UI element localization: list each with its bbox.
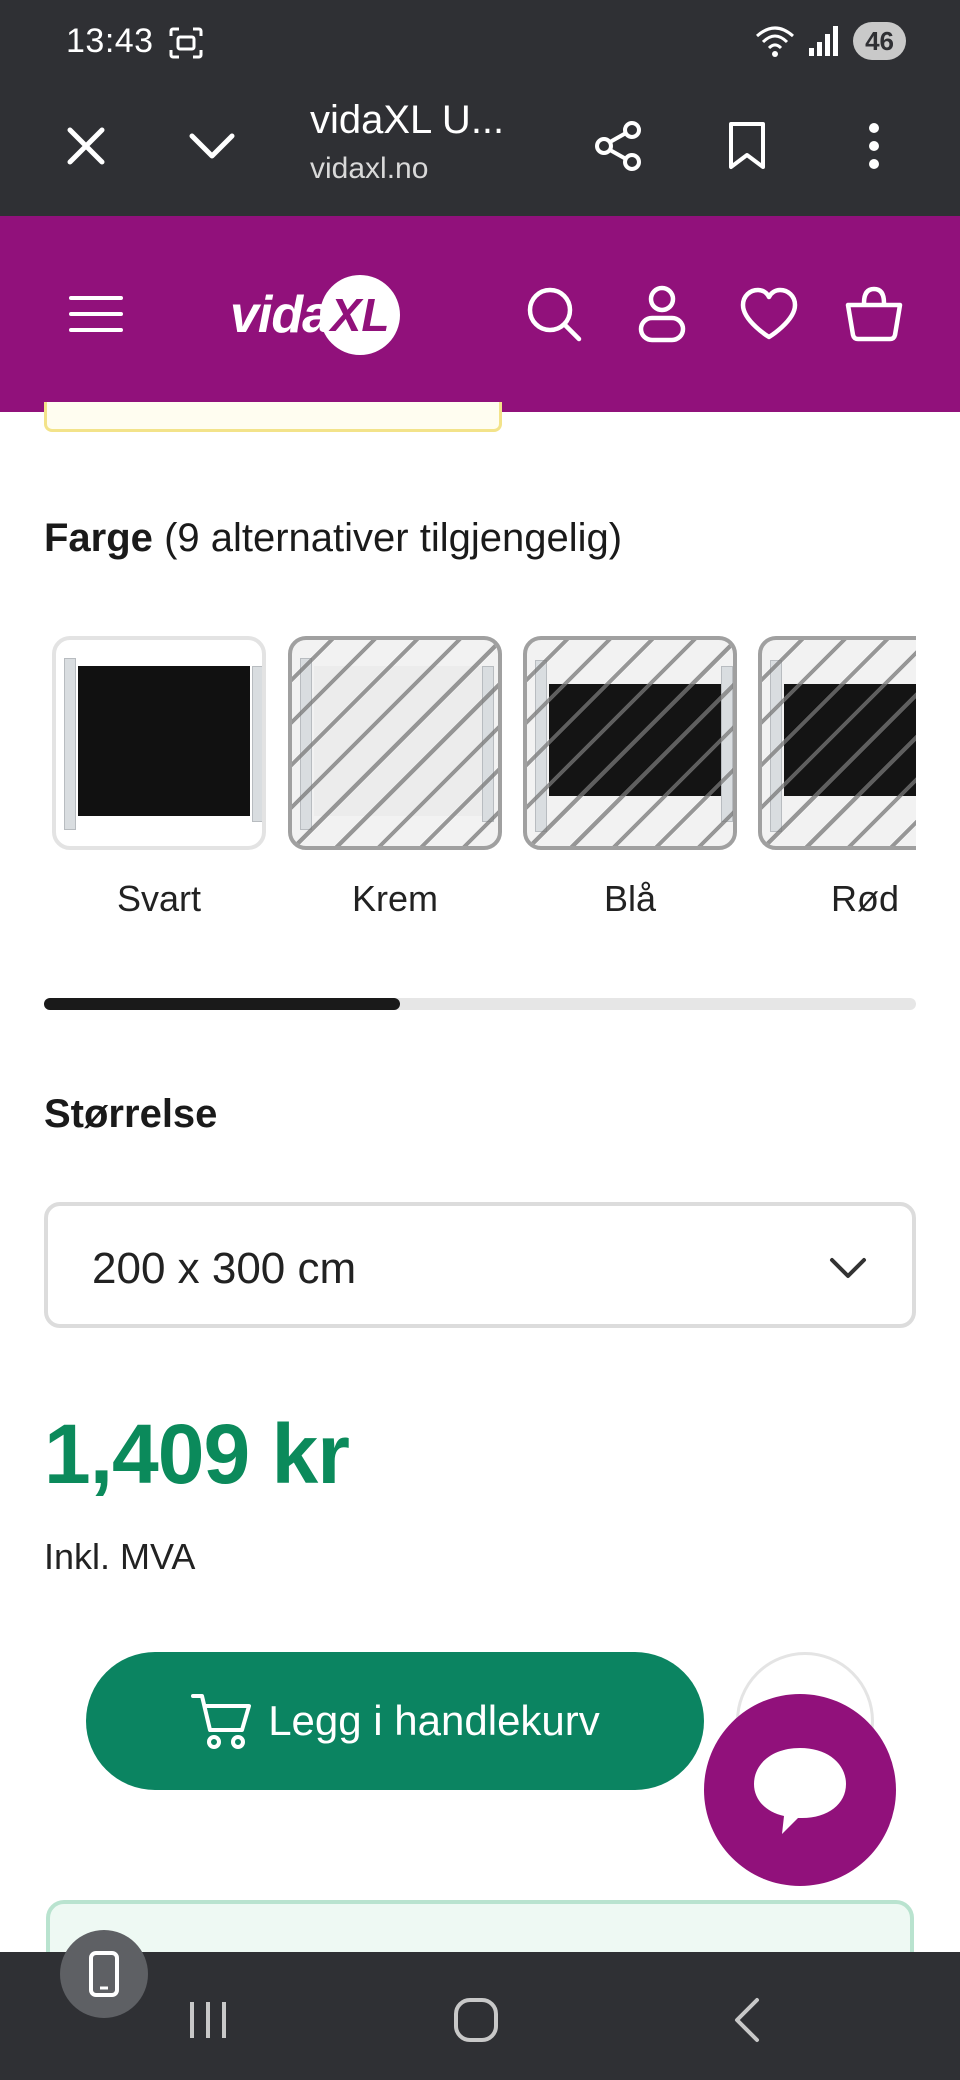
basket-icon[interactable] xyxy=(838,278,910,350)
share-icon[interactable] xyxy=(582,110,654,182)
chat-button[interactable] xyxy=(704,1694,896,1886)
bookmark-icon[interactable] xyxy=(711,110,783,182)
color-swatch-bla[interactable]: Blå xyxy=(523,636,737,920)
back-icon[interactable] xyxy=(714,1988,778,2052)
status-indicators: 46 xyxy=(755,22,906,60)
chevron-down-icon[interactable] xyxy=(176,110,248,182)
swatch-scrollbar[interactable] xyxy=(44,998,916,1010)
heart-icon[interactable] xyxy=(733,278,805,350)
user-icon[interactable] xyxy=(626,278,698,350)
browser-page-title[interactable]: vidaXL U... xyxy=(310,98,504,143)
swatch-label: Rød xyxy=(830,878,899,919)
chevron-down-icon xyxy=(830,1258,866,1278)
home-icon[interactable] xyxy=(444,1988,508,2052)
size-heading: Størrelse xyxy=(44,1092,218,1136)
add-to-cart-button[interactable]: Legg i handlekurv xyxy=(86,1652,704,1790)
size-select[interactable]: 200 x 300 cm xyxy=(44,1202,916,1328)
color-swatch-list[interactable]: Svart Krem Blå Rød xyxy=(44,636,916,936)
status-time: 13:43 xyxy=(66,22,154,60)
swatch-label: Krem xyxy=(351,878,438,919)
recents-icon[interactable] xyxy=(176,1988,240,2052)
color-swatch-rod[interactable]: Rød xyxy=(758,636,916,920)
search-icon[interactable] xyxy=(518,278,590,350)
swatch-image[interactable] xyxy=(288,636,502,850)
more-vert-icon[interactable] xyxy=(838,110,910,182)
chat-bubble-icon xyxy=(754,1748,846,1834)
close-icon[interactable] xyxy=(50,110,122,182)
vat-note: Inkl. MVA xyxy=(44,1536,196,1577)
size-select-value: 200 x 300 cm xyxy=(92,1244,357,1293)
color-heading: Farge (9 alternativer tilgjengelig) xyxy=(44,516,622,561)
swatch-scrollbar-thumb[interactable] xyxy=(44,998,400,1010)
notice-box-remnant xyxy=(44,402,502,432)
status-bar: 13:43 46 xyxy=(0,0,960,84)
swatch-image[interactable] xyxy=(52,636,266,850)
swatch-label: Svart xyxy=(116,878,202,919)
menu-icon[interactable] xyxy=(60,278,132,350)
swatch-image[interactable] xyxy=(758,636,916,850)
battery-badge: 46 xyxy=(853,22,906,60)
phone-icon xyxy=(89,1951,119,1997)
unavailable-hatch xyxy=(527,640,733,846)
wifi-icon xyxy=(756,26,795,57)
color-count: (9 alternativer tilgjengelig) xyxy=(164,516,623,560)
swatch-label: Blå xyxy=(603,878,657,919)
color-swatch-svart[interactable]: Svart xyxy=(52,636,266,920)
swatch-image[interactable] xyxy=(523,636,737,850)
cart-icon xyxy=(191,1694,252,1749)
unavailable-hatch xyxy=(292,640,498,846)
color-swatch-krem[interactable]: Krem xyxy=(288,636,502,920)
add-to-cart-label: Legg i handlekurv xyxy=(268,1697,600,1744)
color-heading-label: Farge xyxy=(44,516,153,560)
browser-toolbar: vidaXL U... vidaxl.no xyxy=(0,84,960,216)
signal-icon xyxy=(809,26,839,56)
unavailable-hatch xyxy=(762,640,916,846)
screenshot-icon xyxy=(169,27,203,59)
vidaxl-logo[interactable]: vida XL xyxy=(230,270,401,360)
product-price: 1,409 kr xyxy=(44,1407,350,1501)
phone-mode-button[interactable] xyxy=(60,1930,148,2018)
site-header: vida XL xyxy=(0,216,960,412)
browser-url[interactable]: vidaxl.no xyxy=(310,152,428,186)
